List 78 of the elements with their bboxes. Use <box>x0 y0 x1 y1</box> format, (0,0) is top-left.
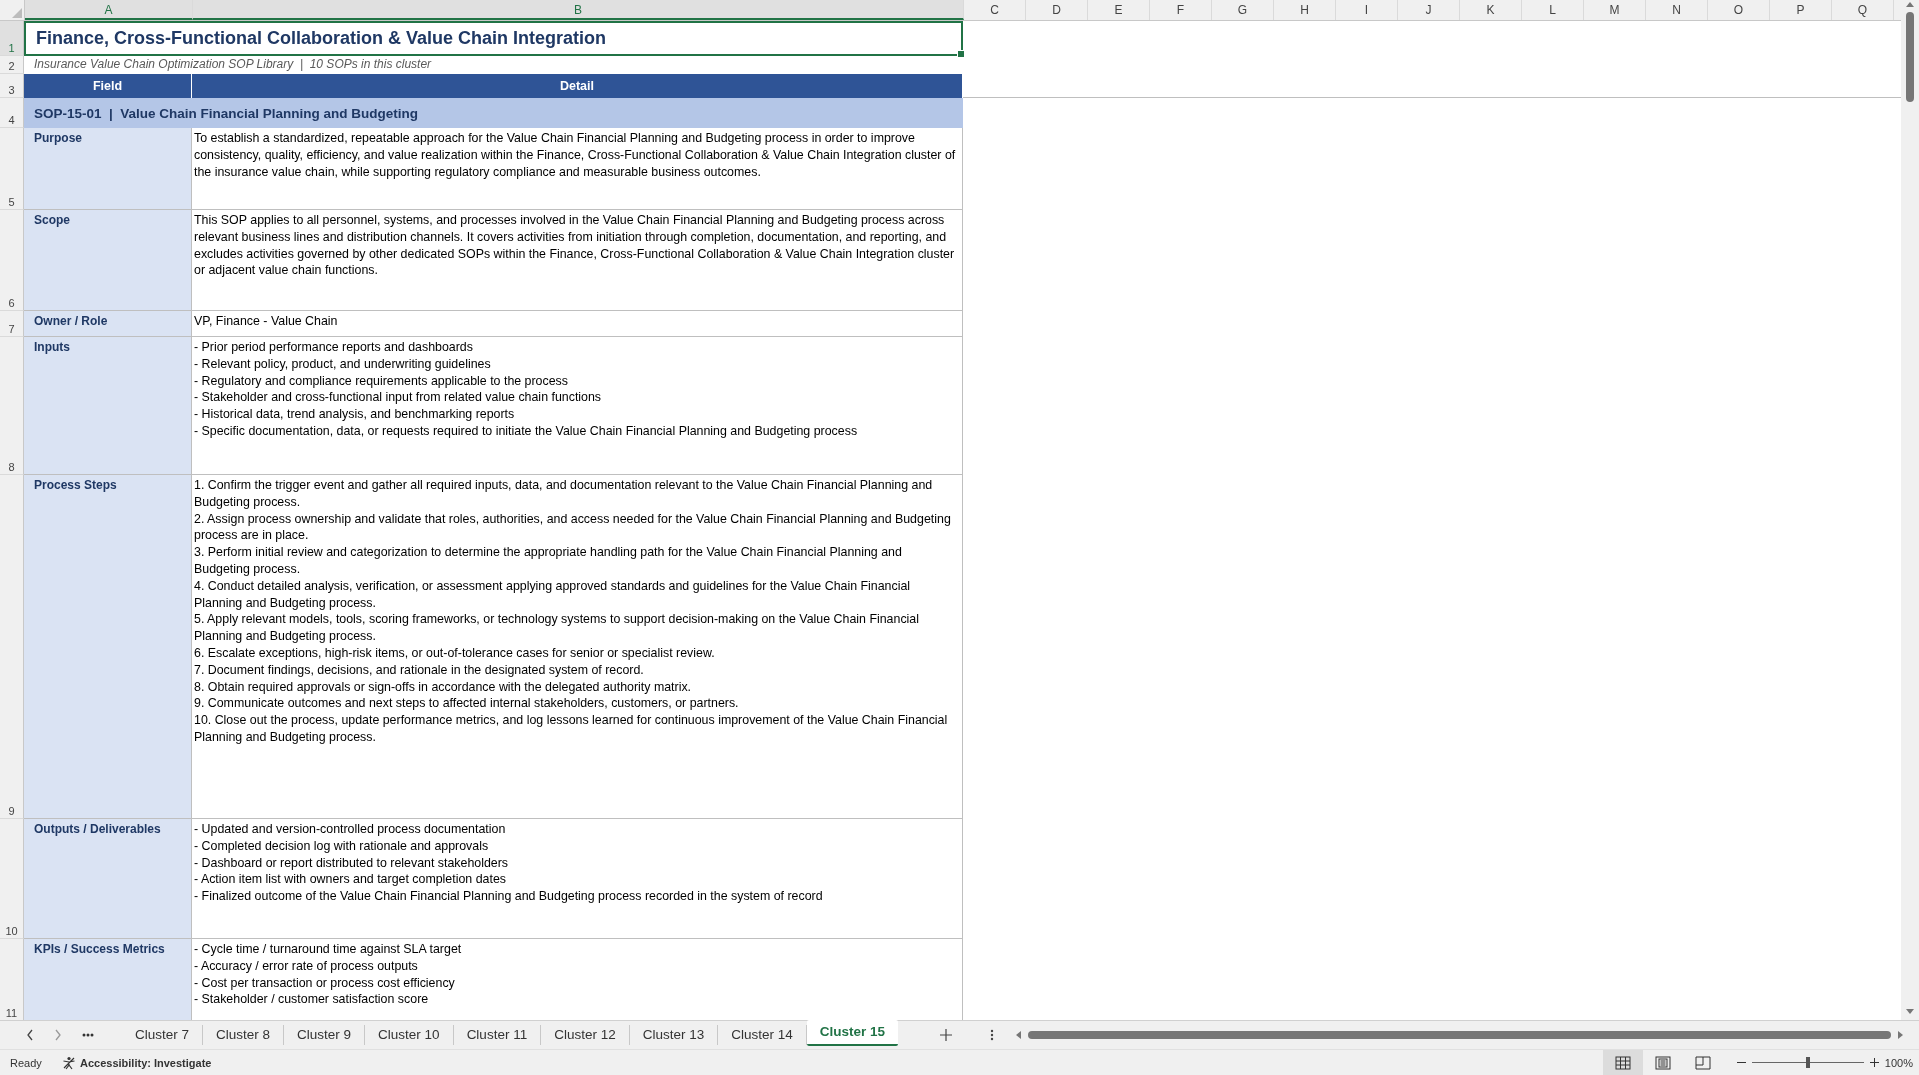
row-header[interactable]: 2 <box>0 56 24 74</box>
field-label: Scope <box>24 210 192 311</box>
sheet-tab[interactable]: Cluster 9 <box>284 1025 366 1045</box>
column-header[interactable]: C <box>964 0 1026 20</box>
row-header[interactable]: 6 <box>0 210 24 311</box>
page-break-icon <box>1694 1055 1711 1070</box>
row-header[interactable]: 9 <box>0 475 24 819</box>
detail-text: - Cycle time / turnaround time against SLA target - Accuracy / error rate of process outputs - Cost per transaction or process cost efficiency - Stakeholder / customer satisfaction score <box>192 939 963 1020</box>
zoom-level[interactable]: 100% <box>1884 1056 1913 1069</box>
normal-view-icon <box>1614 1055 1631 1070</box>
row-header[interactable]: 11 <box>0 939 24 1020</box>
detail-text: VP, Finance - Value Chain <box>192 311 963 337</box>
detail-text: 1. Confirm the trigger event and gather all required inputs, data, and documentation relevant to the Value Chain Financial Planning and Budgeting process. 2. Assign process ownership and validate that roles, authorities, and access needed for the Value Chain Financial Planning and Budgeting process are in place. 3. Perform initial review and categorization to determine the appropriate handling path for the Value Chain Financial Planning and Budgeting process. 4. Conduct detailed analysis, verification, or assessment applying approved standards and guidelines for the Value Chain Financial Planning and Budgeting process. 5. Apply relevant models, tools, scoring frameworks, or technology systems to support decision-making on the Value Chain Financial Planning and Budgeting process. 6. Escalate exceptions, high-risk items, or out-of-tolerance cases for senior or specialist review. 7. Document findings, decisions, and rationale in the designated system of record. 8. Obtain required approvals or sign-offs in accordance with the delegated authority matrix. 9. Communicate outcomes and next steps to affected internal stakeholders, customers, or partners. 10. Close out the process, update performance metrics, and log lessons learned for continuous improvement of the Value Chain Financial Planning and Budgeting process. <box>192 475 963 819</box>
column-header[interactable]: I <box>1336 0 1398 20</box>
detail-text: - Updated and version-controlled process documentation - Completed decision log with rationale and approvals - Dashboard or report distributed to relevant stakeholders - Action item list with owners and target completion dates - Finalized outcome of the Value Chain Financial Planning and Budgeting process recorded in the system of record <box>192 819 963 939</box>
column-header[interactable]: E <box>1088 0 1150 20</box>
more-icon[interactable] <box>82 1033 94 1037</box>
accessibility-icon[interactable] <box>62 1055 76 1070</box>
column-header[interactable]: H <box>1274 0 1336 20</box>
scrollbar-thumb[interactable] <box>1028 1031 1891 1039</box>
column-header[interactable]: B <box>193 0 964 20</box>
column-header[interactable]: A <box>25 0 193 20</box>
scroll-up-icon[interactable] <box>1905 0 1915 8</box>
add-sheet-icon[interactable] <box>940 1029 953 1041</box>
field-label: KPIs / Success Metrics <box>24 939 192 1020</box>
detail-text: To establish a standardized, repeatable approach for the Value Chain Financial Planning and Budgeting process in order to improve consistency, quality, efficiency, and value realization within the Finance, Cross-Functional Collaboration & Value Chain Integration cluster of the insurance value chain, while supporting regulatory compliance and measurable business outcomes. <box>192 128 963 210</box>
sheet-subtitle: Insurance Value Chain Optimization SOP Library | 10 SOPs in this cluster <box>33 56 433 73</box>
scroll-down-icon[interactable] <box>1905 1008 1915 1016</box>
status-text: Ready <box>9 1056 43 1069</box>
section-heading: SOP-15-01 | Value Chain Financial Planning and Budgeting <box>24 98 963 128</box>
page-layout-icon <box>1654 1055 1671 1070</box>
detail-text: This SOP applies to all personnel, systems, and processes involved in the Value Chain Financial Planning and Budgeting process across relevant business lines and distribution channels. It covers activities from initiation through completion, documentation, and reporting, and excludes activities governed by other dedicated SOPs within the Finance, Cross-Functional Collaboration & Value Chain Integration cluster or adjacent value chain functions. <box>192 210 963 311</box>
column-header[interactable]: N <box>1646 0 1708 20</box>
sheet-tab[interactable]: Cluster 8 <box>203 1025 285 1045</box>
column-heading: Field <box>24 74 192 98</box>
sheet-tab[interactable]: Cluster 10 <box>365 1025 454 1045</box>
row-header[interactable]: 10 <box>0 819 24 939</box>
field-label: Inputs <box>24 337 192 475</box>
sheet-tab[interactable]: Cluster 12 <box>541 1025 630 1045</box>
detail-text: - Prior period performance reports and dashboards - Relevant policy, product, and underwriting guidelines - Regulatory and compliance requirements applicable to the process - Stakeholder and cross-functional input from related value chain functions - Historical data, trend analysis, and benchmarking reports - Specific documentation, data, or requests required to initiate the Value Chain Financial Planning and Budgeting process <box>192 337 963 475</box>
sheet-tab[interactable]: Cluster 13 <box>629 1025 719 1045</box>
slider-thumb[interactable] <box>1805 1056 1810 1068</box>
row-header[interactable]: 3 <box>0 74 24 98</box>
column-header[interactable]: L <box>1522 0 1584 20</box>
row-header[interactable]: 8 <box>0 337 24 475</box>
field-label: Process Steps <box>24 475 192 819</box>
column-header[interactable]: M <box>1584 0 1646 20</box>
scroll-right-icon[interactable] <box>1897 1030 1905 1040</box>
column-header[interactable]: G <box>1212 0 1274 20</box>
scroll-left-icon[interactable] <box>1014 1030 1023 1040</box>
sheet-tab[interactable]: Cluster 7 <box>122 1025 204 1045</box>
row-header[interactable]: 7 <box>0 311 24 337</box>
column-header[interactable]: F <box>1150 0 1212 20</box>
sheet-tab[interactable]: Cluster 14 <box>718 1025 807 1045</box>
sheet-title: Finance, Cross-Functional Collaboration & Value Chain Integration <box>36 28 607 49</box>
column-header[interactable]: D <box>1026 0 1088 20</box>
column-header[interactable]: O <box>1708 0 1770 20</box>
column-heading: Detail <box>192 74 963 98</box>
zoom-in-icon[interactable] <box>1869 1058 1879 1067</box>
field-label: Outputs / Deliverables <box>24 819 192 939</box>
scrollbar-thumb[interactable] <box>1906 12 1914 102</box>
sheet-tab[interactable]: Cluster 11 <box>453 1025 542 1045</box>
field-label: Owner / Role <box>24 311 192 337</box>
field-label: Purpose <box>24 128 192 210</box>
column-header[interactable]: Q <box>1832 0 1894 20</box>
column-header[interactable]: K <box>1460 0 1522 20</box>
view-button[interactable] <box>1602 1050 1643 1075</box>
sheet-tab[interactable]: Cluster 15 <box>806 1020 899 1046</box>
accessibility-status[interactable]: Accessibility: Investigate <box>80 1056 212 1069</box>
options-icon[interactable] <box>990 1029 995 1041</box>
fill-handle[interactable] <box>957 50 965 58</box>
column-header[interactable]: P <box>1770 0 1832 20</box>
chevron-right-icon[interactable] <box>54 1029 62 1041</box>
chevron-left-icon[interactable] <box>26 1029 34 1041</box>
row-header[interactable]: 1 <box>0 21 24 56</box>
row-header[interactable]: 4 <box>0 98 24 128</box>
column-header[interactable]: J <box>1398 0 1460 20</box>
row-header[interactable]: 5 <box>0 128 24 210</box>
